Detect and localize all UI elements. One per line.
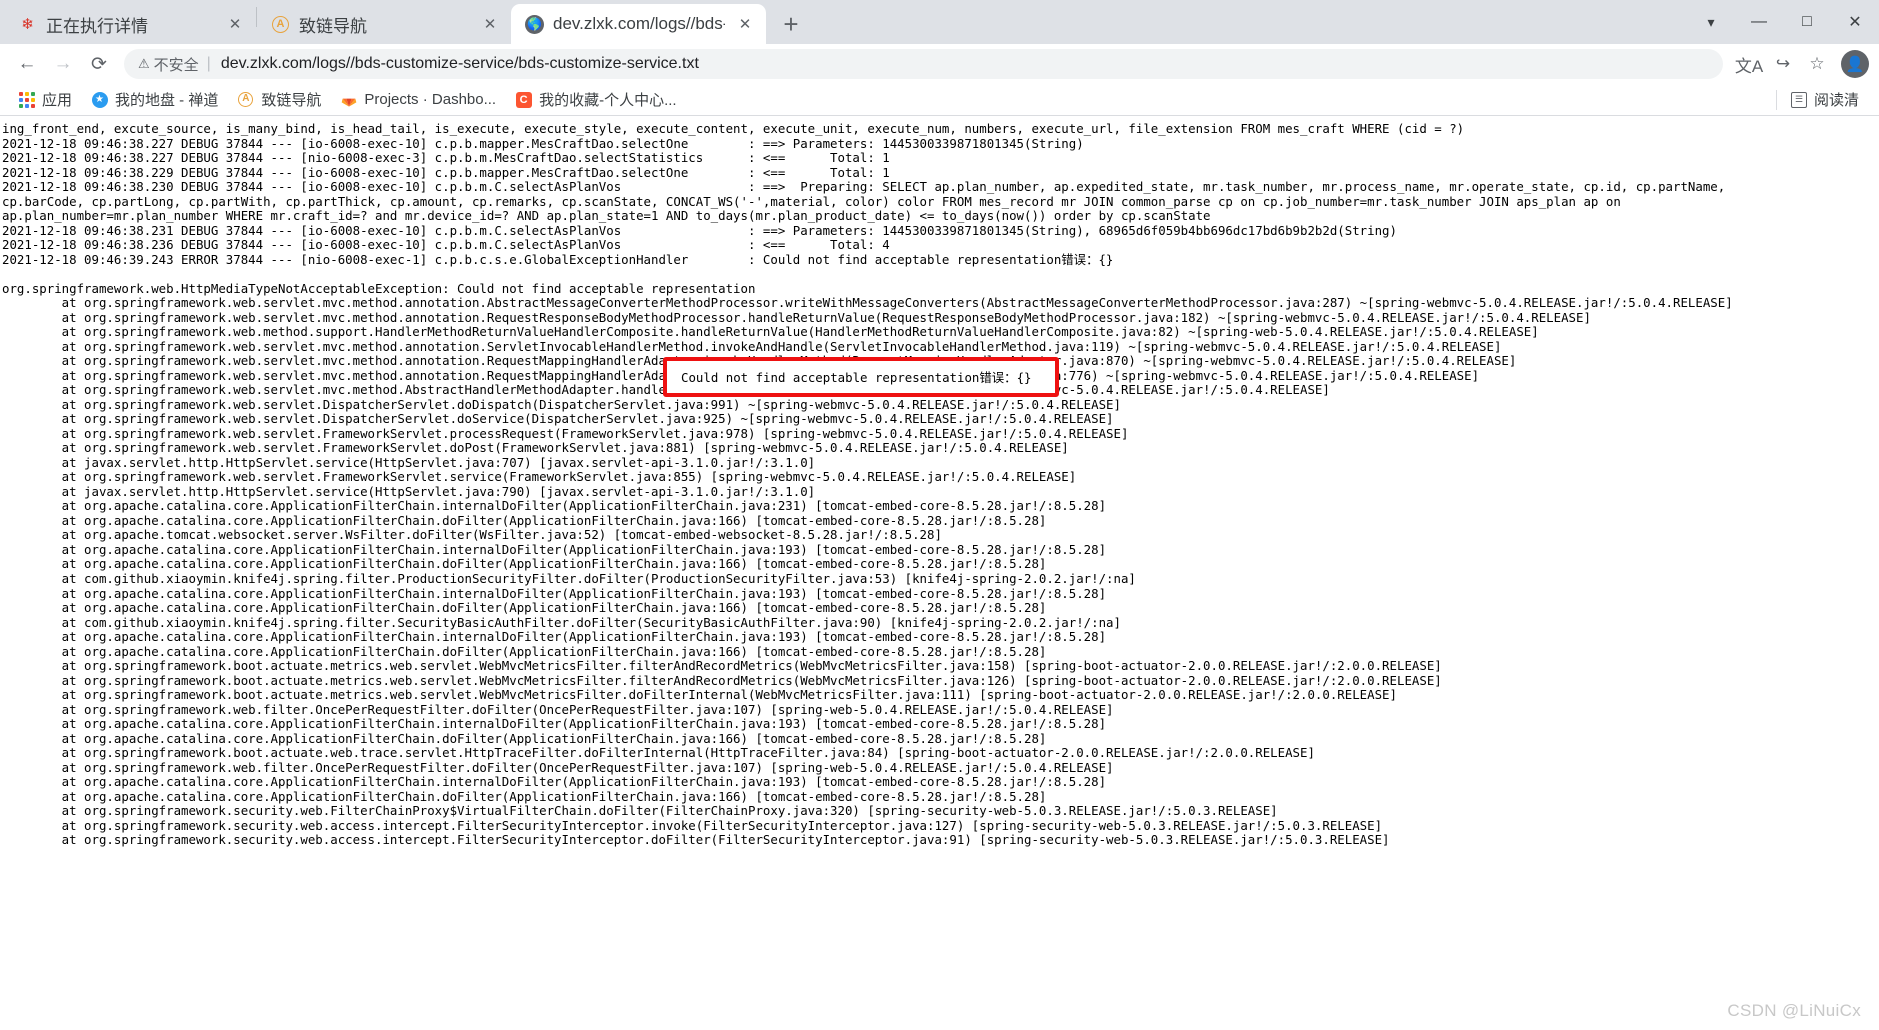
bookmark-label: 致链导航 [261,92,322,109]
reading-list-icon: ☰ [1790,91,1807,108]
bookmark-label: Projects · Dashbo... [364,91,497,108]
watermark: CSDN @LiNuiCx [1727,1001,1861,1020]
browser-tab-2[interactable]: A 致链导航 ✕ [257,4,511,44]
tab-close-button[interactable]: ✕ [479,13,501,35]
warning-triangle-icon: ⚠ [138,56,150,71]
browser-toolbar: ← → ⟳ ⚠ 不安全 | dev.zlxk.com/logs//bds-cus… [0,44,1879,84]
tab-title: dev.zlxk.com/logs//bds-custom [553,14,725,33]
reload-button[interactable]: ⟳ [82,47,116,81]
security-status[interactable]: ⚠ 不安全 [138,54,199,75]
tab-close-button[interactable]: ✕ [734,13,756,35]
bookmarks-bar-right: ☰ 阅读清 [1775,86,1869,113]
forward-button[interactable]: → [46,47,80,81]
bookmark-star-icon[interactable]: ☆ [1801,48,1833,80]
maximize-button[interactable]: □ [1783,0,1831,44]
bookmark-label: 我的地盘 - 禅道 [115,92,219,109]
flower-icon: ❄ [21,15,34,33]
bookmark-zentao[interactable]: ★ 我的地盘 - 禅道 [83,86,226,113]
close-window-button[interactable]: ✕ [1831,0,1879,44]
tab-close-button[interactable]: ✕ [224,13,246,35]
circle-a-icon: A [237,91,254,108]
bookmark-csdn-favorites[interactable]: C 我的收藏-个人中心... [507,86,685,113]
share-icon[interactable]: ↪ [1767,48,1799,80]
log-text: ing_front_end, excute_source, is_many_bi… [2,121,1733,848]
new-tab-button[interactable]: + [774,7,808,41]
profile-avatar[interactable]: 👤 [1841,50,1869,78]
browser-tab-3-active[interactable]: 🌎 dev.zlxk.com/logs//bds-custom ✕ [511,4,766,44]
browser-window: ❄ 正在执行详情 ✕ A 致链导航 ✕ 🌎 dev.zlxk.com/logs/… [0,0,1879,1030]
tab-title: 致链导航 [299,16,367,36]
omnibox-separator: | [206,55,211,72]
gitlab-icon [340,91,357,108]
url-text[interactable]: dev.zlxk.com/logs//bds-customize-service… [221,55,699,73]
translate-icon[interactable]: 文A [1733,48,1765,80]
bookmarks-divider [1775,89,1777,110]
reading-list-label: 阅读清 [1813,92,1859,109]
circle-a-icon: A [271,15,290,34]
bookmark-apps[interactable]: 应用 [10,86,80,113]
reading-list-button[interactable]: ☰ 阅读清 [1785,86,1865,113]
tab-search-chevron-icon[interactable]: ▾ [1687,0,1735,44]
tab-title: 正在执行详情 [46,16,148,36]
browser-tab-1[interactable]: ❄ 正在执行详情 ✕ [4,4,256,44]
minimize-button[interactable]: — [1735,0,1783,44]
window-controls: ▾ — □ ✕ [1687,0,1879,44]
bookmark-label: 应用 [42,92,73,109]
csdn-icon: C [515,91,532,108]
bookmark-label: 我的收藏-个人中心... [539,92,677,109]
zentao-icon: ★ [91,91,108,108]
apps-grid-icon [18,91,35,108]
bookmarks-bar: 应用 ★ 我的地盘 - 禅道 A 致链导航 Projects · Dashbo.… [0,84,1879,116]
page-content[interactable]: ing_front_end, excute_source, is_many_bi… [0,116,1879,1029]
tab-strip: ❄ 正在执行详情 ✕ A 致链导航 ✕ 🌎 dev.zlxk.com/logs/… [0,0,1879,44]
back-button[interactable]: ← [10,47,44,81]
security-status-label: 不安全 [153,56,199,74]
bookmark-gitlab-projects[interactable]: Projects · Dashbo... [332,88,504,111]
error-annotation-box: Could not find acceptable representation… [663,357,1059,397]
error-annotation-text: Could not find acceptable representation… [681,370,1032,385]
address-bar[interactable]: ⚠ 不安全 | dev.zlxk.com/logs//bds-customize… [124,49,1723,79]
globe-icon: 🌎 [525,14,544,34]
bookmark-zhilian-nav[interactable]: A 致链导航 [229,86,329,113]
